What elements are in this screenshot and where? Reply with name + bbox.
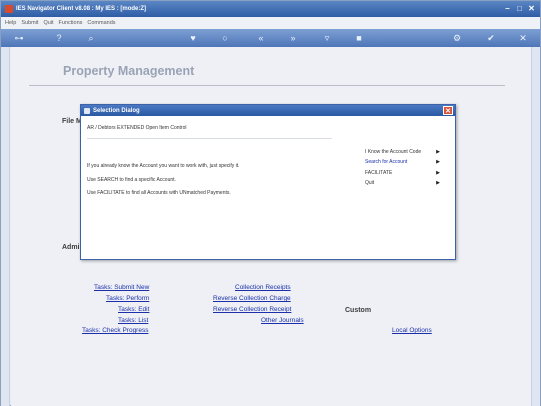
accept-icon[interactable]: ✔ bbox=[485, 32, 497, 44]
cancel-icon[interactable]: ✕ bbox=[517, 32, 529, 44]
right-sidebar bbox=[531, 47, 540, 406]
menu-submit[interactable]: Submit bbox=[21, 20, 38, 26]
back-icon[interactable]: « bbox=[255, 32, 267, 44]
help-icon[interactable]: ? bbox=[53, 32, 65, 44]
link-other-journals[interactable]: Other Journals bbox=[261, 317, 304, 324]
menu-functions[interactable]: Functions bbox=[59, 20, 83, 26]
stop-icon[interactable]: ■ bbox=[353, 32, 365, 44]
link-tasks-submit-new[interactable]: Tasks: Submit New bbox=[94, 284, 149, 291]
window-title: IES Navigator Client v8.08 : My IES : [m… bbox=[16, 6, 147, 12]
link-tasks-list[interactable]: Tasks: List bbox=[118, 317, 148, 324]
favorite-icon[interactable]: ♥ bbox=[187, 32, 199, 44]
option-label: FACILITATE bbox=[365, 170, 393, 176]
dialog-line-1: If you already know the Account you want… bbox=[87, 163, 240, 169]
link-local-options[interactable]: Local Options bbox=[392, 327, 432, 334]
refresh-icon[interactable]: ○ bbox=[219, 32, 231, 44]
dialog-separator bbox=[87, 138, 332, 139]
link-tasks-perform[interactable]: Tasks: Perform bbox=[106, 295, 149, 302]
link-tasks-edit[interactable]: Tasks: Edit bbox=[118, 306, 149, 313]
dialog-body: AR / Debtors EXTENDED Open Item Control … bbox=[81, 116, 455, 259]
window-controls: – □ ✕ bbox=[503, 4, 536, 13]
app-icon bbox=[5, 5, 13, 13]
section-admin: Admi bbox=[62, 244, 80, 251]
menu-quit[interactable]: Quit bbox=[43, 20, 53, 26]
dialog-icon bbox=[84, 107, 90, 114]
dialog-title: Selection Dialog bbox=[93, 107, 140, 114]
link-reverse-collection-receipt[interactable]: Reverse Collection Receipt bbox=[213, 306, 291, 313]
page-title: Property Management bbox=[63, 64, 195, 78]
dialog-close-icon[interactable]: ✕ bbox=[443, 106, 453, 115]
title-bar: IES Navigator Client v8.08 : My IES : [m… bbox=[1, 1, 540, 17]
filter-icon[interactable]: ▿ bbox=[321, 32, 333, 44]
section-custom: Custom bbox=[345, 307, 372, 314]
menu-commands[interactable]: Commands bbox=[87, 20, 115, 26]
selection-dialog: Selection Dialog ✕ AR / Debtors EXTENDED… bbox=[80, 104, 456, 260]
title-divider bbox=[29, 85, 505, 86]
menu-bar: Help Submit Quit Functions Commands bbox=[1, 17, 540, 29]
arrow-right-icon: ▶ bbox=[436, 159, 440, 165]
link-collection-receipts[interactable]: Collection Receipts bbox=[235, 284, 291, 291]
section-file: File M bbox=[62, 118, 82, 125]
link-tasks-check-progress[interactable]: Tasks: Check Progress bbox=[82, 327, 148, 334]
option-label: I Know the Account Code bbox=[365, 149, 422, 155]
app-window: IES Navigator Client v8.08 : My IES : [m… bbox=[0, 0, 541, 406]
minimize-icon[interactable]: – bbox=[503, 4, 512, 13]
arrow-right-icon: ▶ bbox=[436, 180, 440, 186]
dialog-line-3: Use FACILITATE to find all Accounts with… bbox=[87, 190, 231, 196]
option-facilitate[interactable]: FACILITATE ▶ bbox=[365, 170, 440, 176]
key-icon[interactable]: ⊶ bbox=[9, 32, 29, 44]
option-know-account-code[interactable]: I Know the Account Code ▶ bbox=[365, 149, 440, 155]
close-icon[interactable]: ✕ bbox=[527, 4, 536, 13]
left-sidebar bbox=[1, 47, 10, 406]
option-label: Search for Account bbox=[365, 159, 408, 165]
dialog-subtitle: AR / Debtors EXTENDED Open Item Control bbox=[87, 125, 187, 131]
arrow-right-icon: ▶ bbox=[436, 170, 440, 176]
dialog-line-2: Use SEARCH to find a specific Account. bbox=[87, 177, 176, 183]
option-label: Quit bbox=[365, 180, 375, 186]
settings-icon[interactable]: ⚙ bbox=[451, 32, 463, 44]
forward-icon[interactable]: » bbox=[287, 32, 299, 44]
option-quit[interactable]: Quit ▶ bbox=[365, 180, 440, 186]
link-reverse-collection-charge[interactable]: Reverse Collection Charge bbox=[213, 295, 291, 302]
menu-help[interactable]: Help bbox=[5, 20, 16, 26]
search-icon[interactable]: ⌕ bbox=[85, 32, 97, 44]
maximize-icon[interactable]: □ bbox=[515, 4, 524, 13]
dialog-title-bar: Selection Dialog ✕ bbox=[81, 105, 455, 116]
option-search-for-account[interactable]: Search for Account ▶ bbox=[365, 159, 440, 165]
toolbar: ⊶ ? ⌕ ♥ ○ « » ▿ ■ ⚙ ✔ ✕ bbox=[1, 29, 540, 47]
arrow-right-icon: ▶ bbox=[436, 149, 440, 155]
